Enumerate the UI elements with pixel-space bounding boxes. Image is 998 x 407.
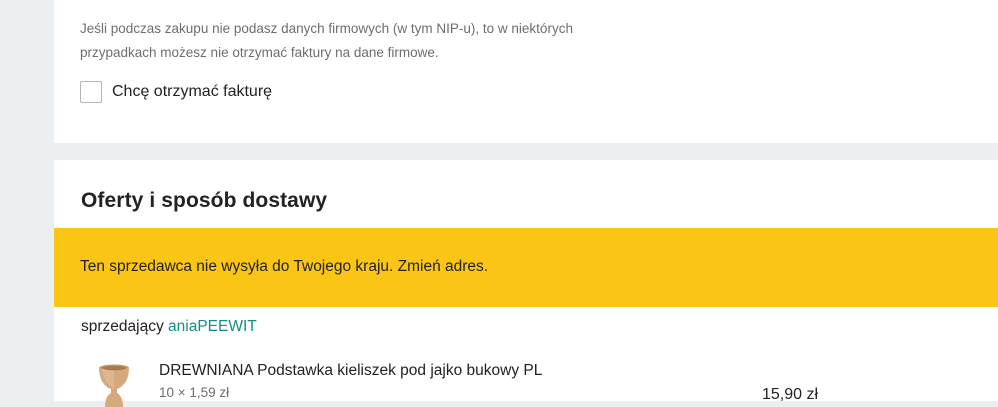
seller-link[interactable]: aniaPEEWIT bbox=[168, 318, 257, 335]
product-image[interactable] bbox=[94, 363, 134, 407]
invoice-checkbox[interactable] bbox=[80, 81, 102, 103]
seller-line: sprzedający aniaPEEWIT bbox=[81, 318, 257, 336]
product-name[interactable]: DREWNIANA Podstawka kieliszek pod jajko … bbox=[159, 362, 542, 380]
offers-heading: Oferty i sposób dostawy bbox=[81, 189, 328, 212]
offers-section: Oferty i sposób dostawy Ten sprzedawca n… bbox=[54, 160, 998, 407]
invoice-note: Jeśli podczas zakupu nie podasz danych f… bbox=[80, 21, 573, 60]
product-price: 15,90 zł bbox=[762, 386, 819, 403]
shipping-warning-text: Ten sprzedawca nie wysyła do Twojego kra… bbox=[80, 258, 489, 275]
invoice-checkbox-row[interactable]: Chcę otrzymać fakturę bbox=[80, 81, 272, 103]
product-quantity: 10 × 1,59 zł bbox=[159, 385, 230, 400]
seller-prefix: sprzedający bbox=[81, 318, 164, 335]
invoice-checkbox-label[interactable]: Chcę otrzymać fakturę bbox=[112, 83, 272, 101]
invoice-section: Jeśli podczas zakupu nie podasz danych f… bbox=[54, 0, 998, 143]
shipping-warning-banner: Ten sprzedawca nie wysyła do Twojego kra… bbox=[54, 228, 998, 307]
